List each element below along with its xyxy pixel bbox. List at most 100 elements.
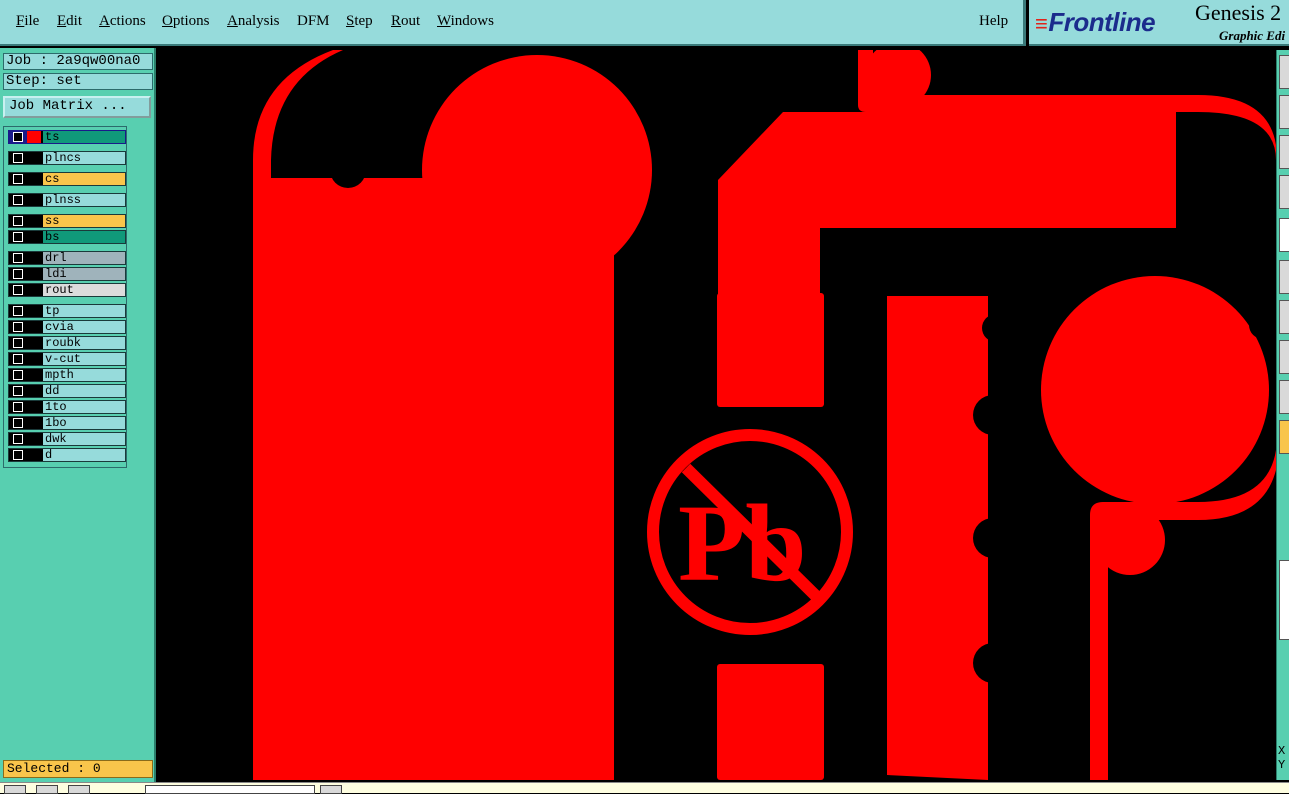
menu-step[interactable]: Step	[346, 13, 373, 30]
step-name-field: Step: set	[3, 73, 153, 90]
layer-name-label: ss	[43, 215, 125, 227]
layer-name-label: roubk	[43, 337, 125, 349]
pad-round-right	[1041, 276, 1269, 504]
layer-name-label: 1to	[43, 401, 125, 413]
layer-row-1bo[interactable]: 1bo	[8, 416, 126, 430]
layer-name-label: dwk	[43, 433, 125, 445]
layer-name-label: dd	[43, 385, 125, 397]
pad-rect-mid	[717, 293, 824, 407]
layer-row-rout[interactable]: rout	[8, 283, 126, 297]
checkbox-icon[interactable]	[9, 152, 31, 164]
layer-name-label: d	[43, 449, 125, 461]
layer-row-bs[interactable]: bs	[8, 230, 126, 244]
layer-name-label: cvia	[43, 321, 125, 333]
menu-file[interactable]: File	[16, 13, 39, 30]
checkbox-icon[interactable]	[9, 284, 31, 296]
bottom-bar	[0, 782, 1289, 794]
checkbox-icon[interactable]	[9, 231, 31, 243]
layer-list: ts plncs cs plnss ss bs drl ldi rout tp cvia roubk v…	[3, 126, 127, 468]
layer-name-label: rout	[43, 284, 125, 296]
tool-button-2[interactable]	[1279, 95, 1289, 129]
job-name-field: Job : 2a9qw00na0	[3, 53, 153, 70]
checkbox-icon[interactable]	[9, 337, 31, 349]
checkbox-icon[interactable]	[9, 215, 31, 227]
menu-rout[interactable]: Rout	[391, 13, 420, 30]
checkbox-icon[interactable]	[9, 173, 31, 185]
checkbox-icon[interactable]	[9, 268, 31, 280]
layer-name-label: drl	[43, 252, 125, 264]
tool-button-9[interactable]	[1279, 380, 1289, 414]
tool-button-8[interactable]	[1279, 340, 1289, 374]
layer-row-cs[interactable]: cs	[8, 172, 126, 186]
menu-windows[interactable]: Windows	[437, 13, 494, 30]
layer-row-cvia[interactable]: cvia	[8, 320, 126, 334]
checkbox-icon[interactable]	[9, 194, 31, 206]
tool-panel-white[interactable]	[1279, 560, 1289, 640]
frontline-mark-icon: ≡	[1035, 11, 1048, 36]
pad-tall-bar	[887, 296, 988, 780]
menu-analysis[interactable]: Analysis	[227, 13, 280, 30]
layer-name-label: 1bo	[43, 417, 125, 429]
layer-name-label: bs	[43, 231, 125, 243]
checkbox-icon[interactable]	[9, 433, 31, 445]
layer-name-label: v-cut	[43, 353, 125, 365]
menu-options[interactable]: Options	[162, 13, 210, 30]
layer-row-drl[interactable]: drl	[8, 251, 126, 265]
app-subtitle: Graphic Edi	[1219, 28, 1286, 43]
pad-round-small-right	[1095, 505, 1165, 575]
layer-row-v-cut[interactable]: v-cut	[8, 352, 126, 366]
layer-row-ts[interactable]: ts	[8, 130, 126, 144]
checkbox-icon[interactable]	[9, 353, 31, 365]
frontline-logo: ≡Frontline	[1035, 7, 1156, 37]
checkbox-icon[interactable]	[9, 417, 31, 429]
job-matrix-button[interactable]: Job Matrix ...	[3, 96, 151, 118]
tool-button-10[interactable]	[1279, 420, 1289, 454]
layer-name-label: ldi	[43, 268, 125, 280]
menu-edit[interactable]: Edit	[57, 13, 82, 30]
menu-actions[interactable]: Actions	[99, 13, 146, 30]
tool-button-1[interactable]	[1279, 55, 1289, 89]
layer-row-ldi[interactable]: ldi	[8, 267, 126, 281]
layer-row-plncs[interactable]: plncs	[8, 151, 126, 165]
tool-button-4[interactable]	[1279, 175, 1289, 209]
tool-button-6[interactable]	[1279, 260, 1289, 294]
right-toolbar: X Y	[1276, 50, 1289, 780]
layer-row-d[interactable]: d	[8, 448, 126, 462]
menu-bar: File Edit Actions Options Analysis DFM S…	[0, 0, 1026, 46]
pad-round-top	[422, 55, 652, 285]
layer-row-dd[interactable]: dd	[8, 384, 126, 398]
selected-count-status: Selected : 0	[3, 760, 153, 778]
checkbox-icon[interactable]	[9, 252, 31, 264]
menu-help[interactable]: Help	[979, 13, 1008, 30]
checkbox-icon[interactable]	[9, 401, 31, 413]
checkbox-icon[interactable]	[9, 321, 31, 333]
checkbox-icon[interactable]	[9, 369, 31, 381]
color-swatch-icon	[27, 131, 41, 143]
layer-name-label: ts	[43, 131, 125, 143]
layer-row-plnss[interactable]: plnss	[8, 193, 126, 207]
layer-name-label: cs	[43, 173, 125, 185]
app-title: Genesis 2	[1195, 0, 1282, 25]
graphic-canvas[interactable]: Pb	[158, 50, 1276, 780]
checkbox-icon[interactable]	[9, 305, 31, 317]
layer-row-roubk[interactable]: roubk	[8, 336, 126, 350]
layer-name-label: tp	[43, 305, 125, 317]
checkbox-icon[interactable]	[9, 449, 31, 461]
layer-row-1to[interactable]: 1to	[8, 400, 126, 414]
coord-y-label: Y	[1278, 758, 1286, 772]
tool-button-3[interactable]	[1279, 135, 1289, 169]
notch-hole	[330, 152, 366, 188]
layer-row-dwk[interactable]: dwk	[8, 432, 126, 446]
layer-name-label: mpth	[43, 369, 125, 381]
tool-button-7[interactable]	[1279, 300, 1289, 334]
brand-header: ≡Frontline Genesis 2 Graphic Edi	[1029, 0, 1289, 46]
checkbox-icon[interactable]	[9, 385, 31, 397]
menu-dfm[interactable]: DFM	[297, 13, 330, 30]
layer-row-ss[interactable]: ss	[8, 214, 126, 228]
pb-text: Pb	[678, 482, 806, 604]
tool-button-5[interactable]	[1279, 218, 1289, 252]
layer-name-label: plnss	[43, 194, 125, 206]
coord-x-label: X	[1278, 744, 1286, 758]
layer-row-tp[interactable]: tp	[8, 304, 126, 318]
layer-row-mpth[interactable]: mpth	[8, 368, 126, 382]
